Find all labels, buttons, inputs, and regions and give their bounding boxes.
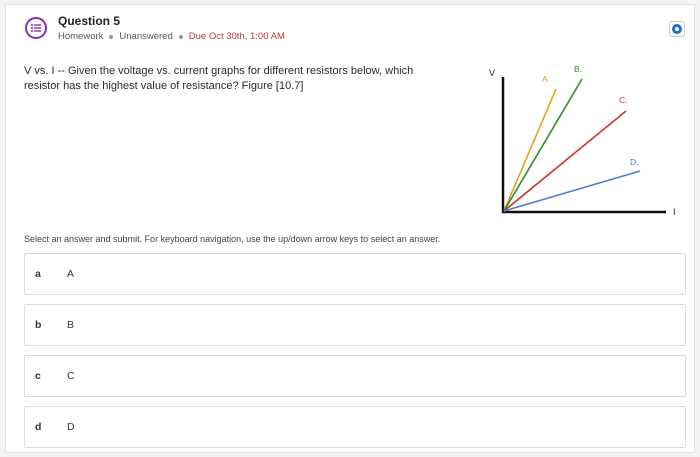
line-c [503,110,627,212]
answer-status: Unanswered [119,31,173,42]
line-a-label: A. [542,74,550,84]
answer-option-a[interactable]: a A [24,253,686,295]
due-date: Due Oct 30th, 1:00 AM [188,31,285,42]
option-text: C [67,370,75,382]
option-text: A [67,268,75,280]
y-axis-label: V [489,68,495,78]
answer-option-b[interactable]: b B [24,304,686,346]
x-axis-label: I [673,207,676,217]
option-text: B [67,319,75,331]
question-meta: Homework Unanswered Due Oct 30th, 1:00 A… [58,31,285,42]
option-letter: a [35,268,41,280]
line-d-label: D. [630,157,639,167]
answer-option-d[interactable]: d D [24,406,686,448]
bookmark-flag-icon[interactable] [669,21,685,37]
question-text: V vs. I -- Given the voltage vs. current… [24,65,414,92]
option-letter: c [35,370,41,382]
line-b-label: B. [574,64,582,74]
option-letter: d [35,421,42,433]
question-card: Question 5 Homework Unanswered Due Oct 3… [5,4,695,453]
option-text: D [67,421,75,433]
option-letter: b [35,319,42,331]
separator-dot [178,34,183,39]
question-type: Homework [58,31,104,42]
answer-option-c[interactable]: c C [24,355,686,397]
line-a [503,88,557,212]
line-c-label: C. [619,95,628,105]
separator-dot [109,34,114,39]
answer-instructions: Select an answer and submit. For keyboar… [24,234,441,244]
question-title: Question 5 [58,14,121,28]
question-list-icon [25,17,47,39]
vi-graph: V I A. B. C. D. [489,64,676,217]
